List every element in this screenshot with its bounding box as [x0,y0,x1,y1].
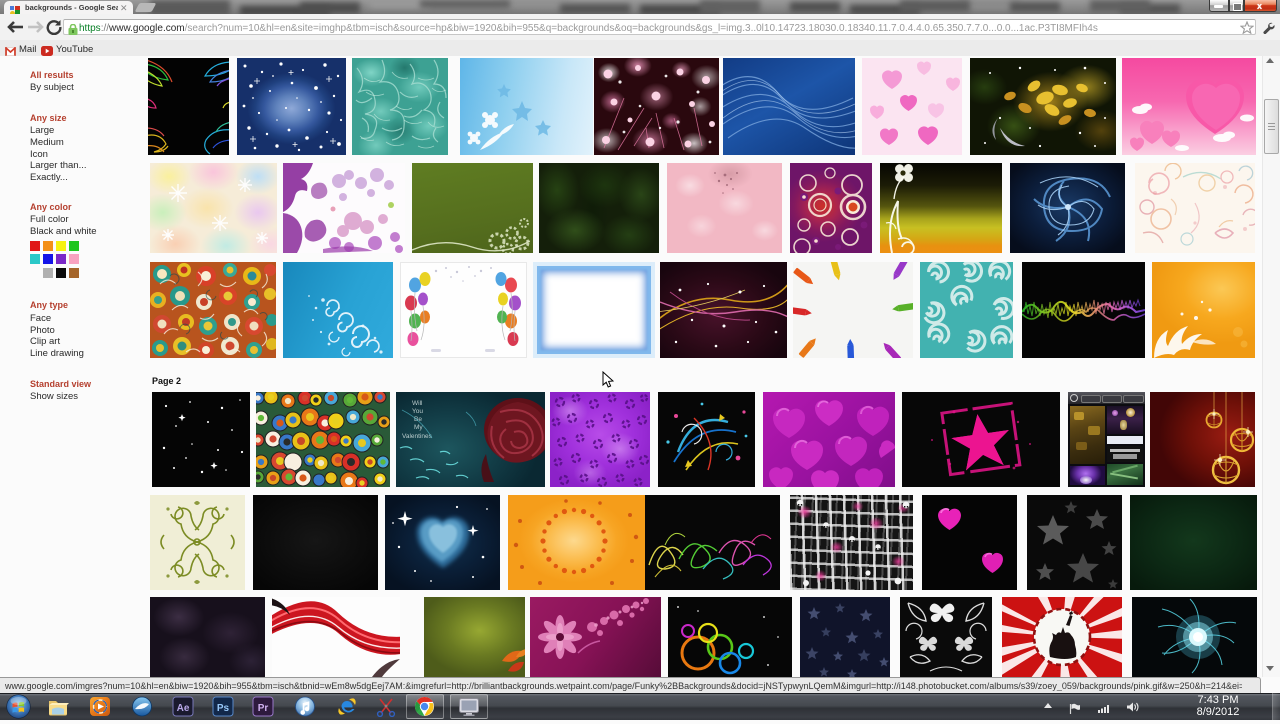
svg-text:Pr: Pr [258,703,269,714]
svg-text:My: My [414,424,423,431]
svg-text:Be: Be [414,416,422,423]
svg-text:You: You [412,408,423,415]
svg-text:Ps: Ps [217,703,230,714]
svg-text:Valentines: Valentines [402,433,433,440]
svg-text:Ae: Ae [177,703,190,714]
svg-text:Will: Will [412,400,423,407]
